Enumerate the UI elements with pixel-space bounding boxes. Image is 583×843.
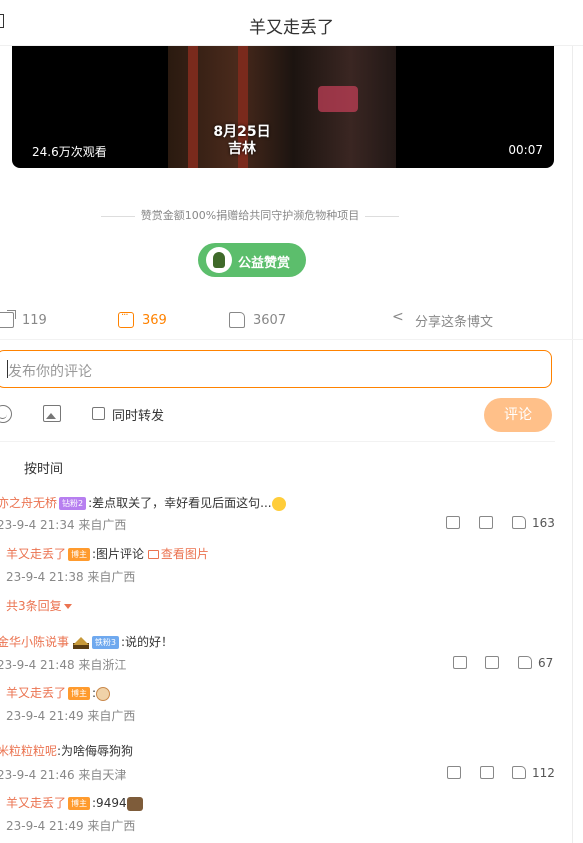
- crying-emoji-icon: [271, 496, 286, 511]
- more-replies-link[interactable]: 共3条回复: [6, 597, 72, 614]
- chevron-down-icon: [63, 604, 72, 609]
- forward-button[interactable]: 119: [0, 310, 47, 330]
- cat-emoji-icon: [96, 686, 111, 701]
- reply-icon[interactable]: [479, 516, 493, 529]
- reply-meta: 23-9-4 21:49 来自广西: [6, 819, 136, 833]
- video-caption-place: 吉林: [228, 141, 256, 157]
- view-image-label: 查看图片: [160, 547, 209, 561]
- donate-button-label: 公益赞赏: [238, 256, 291, 271]
- comment-actions: 112: [447, 766, 557, 782]
- composer-toolbar: 同时转发 评论: [0, 398, 583, 432]
- like-icon: [229, 312, 245, 328]
- comment-actions: 67: [453, 656, 563, 672]
- reply-username[interactable]: 羊又走丢了: [6, 686, 66, 700]
- author-badge: 博主: [68, 687, 91, 700]
- more-replies-label: 共3条回复: [6, 599, 62, 613]
- comment-count: 369: [142, 312, 167, 328]
- forward-icon[interactable]: [447, 766, 461, 779]
- reply-meta: 23-9-4 21:49 来自广西: [6, 709, 136, 723]
- comment-username[interactable]: 金华小陈说事: [0, 635, 69, 649]
- video-caption-date: 8月25日: [213, 124, 271, 140]
- fan-badge: 铁粉3: [91, 636, 119, 649]
- comment-like-count: 163: [532, 516, 555, 530]
- people-emoji-icon: [126, 796, 143, 811]
- donation-note: 赞赏金额100%捐赠给共同守护濒危物种项目: [0, 207, 500, 223]
- reply-3: 羊又走丢了 博主:9494: [6, 794, 143, 811]
- comment-actions: 163: [446, 516, 556, 532]
- comment-meta: 23-9-4 21:34 来自广西: [0, 518, 127, 532]
- video-player[interactable]: 8月25日 吉林 24.6万次观看 00:07: [12, 46, 554, 168]
- reply-1: 羊又走丢了 博主:图片评论 查看图片: [6, 545, 209, 562]
- emoji-icon[interactable]: [0, 405, 12, 423]
- author-badge: 博主: [68, 548, 91, 561]
- comment-input-placeholder: 发布你的评论: [8, 364, 92, 380]
- sort-by-time[interactable]: 按时间: [24, 458, 63, 477]
- repost-label[interactable]: 同时转发: [112, 405, 164, 424]
- comment-text: :说的好！: [120, 635, 173, 649]
- section-divider: [0, 441, 555, 442]
- reply-text: :9494: [92, 796, 127, 810]
- forward-icon: [0, 310, 16, 328]
- share-button[interactable]: 分享这条博文: [391, 309, 494, 330]
- reply-2: 羊又走丢了 博主:: [6, 684, 111, 701]
- submit-comment-button[interactable]: 评论: [484, 398, 552, 432]
- comment-input[interactable]: 发布你的评论: [0, 350, 552, 388]
- divider-line: [365, 215, 400, 217]
- author-badge: 博主: [68, 797, 91, 810]
- forward-count: 119: [22, 312, 47, 328]
- comment-like-count: 112: [532, 766, 555, 780]
- reply-username[interactable]: 羊又走丢了: [6, 796, 66, 810]
- comment-text: :差点取关了，幸好看见后面这句...: [88, 496, 272, 510]
- comment-username[interactable]: 米粒粒粒呢: [0, 744, 57, 758]
- share-icon: [391, 309, 407, 328]
- donation-note-text: 赞赏金额100%捐赠给共同守护濒危物种项目: [140, 209, 360, 222]
- divider-line: [100, 215, 135, 217]
- forward-icon[interactable]: [446, 516, 460, 529]
- like-icon[interactable]: [512, 516, 526, 529]
- comment-icon: [118, 310, 134, 328]
- like-icon[interactable]: [512, 766, 526, 779]
- reply-text: :图片评论: [92, 547, 145, 561]
- post-action-bar: 119 369 3607 分享这条博文: [0, 300, 583, 340]
- picture-icon: [147, 550, 159, 559]
- video-views: 24.6万次观看: [32, 145, 107, 159]
- like-count: 3607: [253, 312, 287, 328]
- donate-avatar-icon: [206, 247, 232, 273]
- video-caption: 8月25日 吉林: [202, 124, 282, 158]
- reply-username[interactable]: 羊又走丢了: [6, 547, 66, 561]
- comment-meta: 23-9-4 21:48 来自浙江: [0, 658, 127, 672]
- comment-button[interactable]: 369: [118, 310, 167, 330]
- donate-button[interactable]: 公益赞赏: [198, 243, 306, 277]
- view-image-link[interactable]: 查看图片: [147, 547, 209, 561]
- top-bar: 羊又走丢了: [0, 0, 583, 46]
- page-title: 羊又走丢了: [249, 18, 334, 38]
- video-duration: 00:07: [508, 143, 543, 157]
- comment-text: :为啥侮辱狗狗: [57, 744, 134, 758]
- comment-like-count: 67: [538, 656, 554, 670]
- forward-icon[interactable]: [453, 656, 467, 669]
- share-label: 分享这条博文: [415, 314, 494, 330]
- reply-meta: 23-9-4 21:38 来自广西: [6, 570, 136, 584]
- fan-badge: 钻粉2: [59, 497, 87, 510]
- repost-checkbox[interactable]: [92, 407, 105, 420]
- video-frame-light: [318, 86, 358, 112]
- comment-meta: 23-9-4 21:46 来自天津: [0, 768, 127, 782]
- crown-icon: [72, 636, 89, 649]
- comment-3: 米粒粒粒呢:为啥侮辱狗狗: [0, 742, 133, 759]
- image-upload-icon[interactable]: [43, 405, 61, 422]
- like-button[interactable]: 3607: [229, 310, 286, 330]
- reply-icon[interactable]: [485, 656, 499, 669]
- reply-icon[interactable]: [480, 766, 494, 779]
- like-icon[interactable]: [518, 656, 532, 669]
- video-frame-pillar: [188, 46, 198, 168]
- comment-2: 金华小陈说事 铁粉3:说的好！: [0, 633, 173, 650]
- comment-1: 亦之舟无桥 钻粉2:差点取关了，幸好看见后面这句...: [0, 494, 286, 511]
- comment-username[interactable]: 亦之舟无桥: [0, 496, 57, 510]
